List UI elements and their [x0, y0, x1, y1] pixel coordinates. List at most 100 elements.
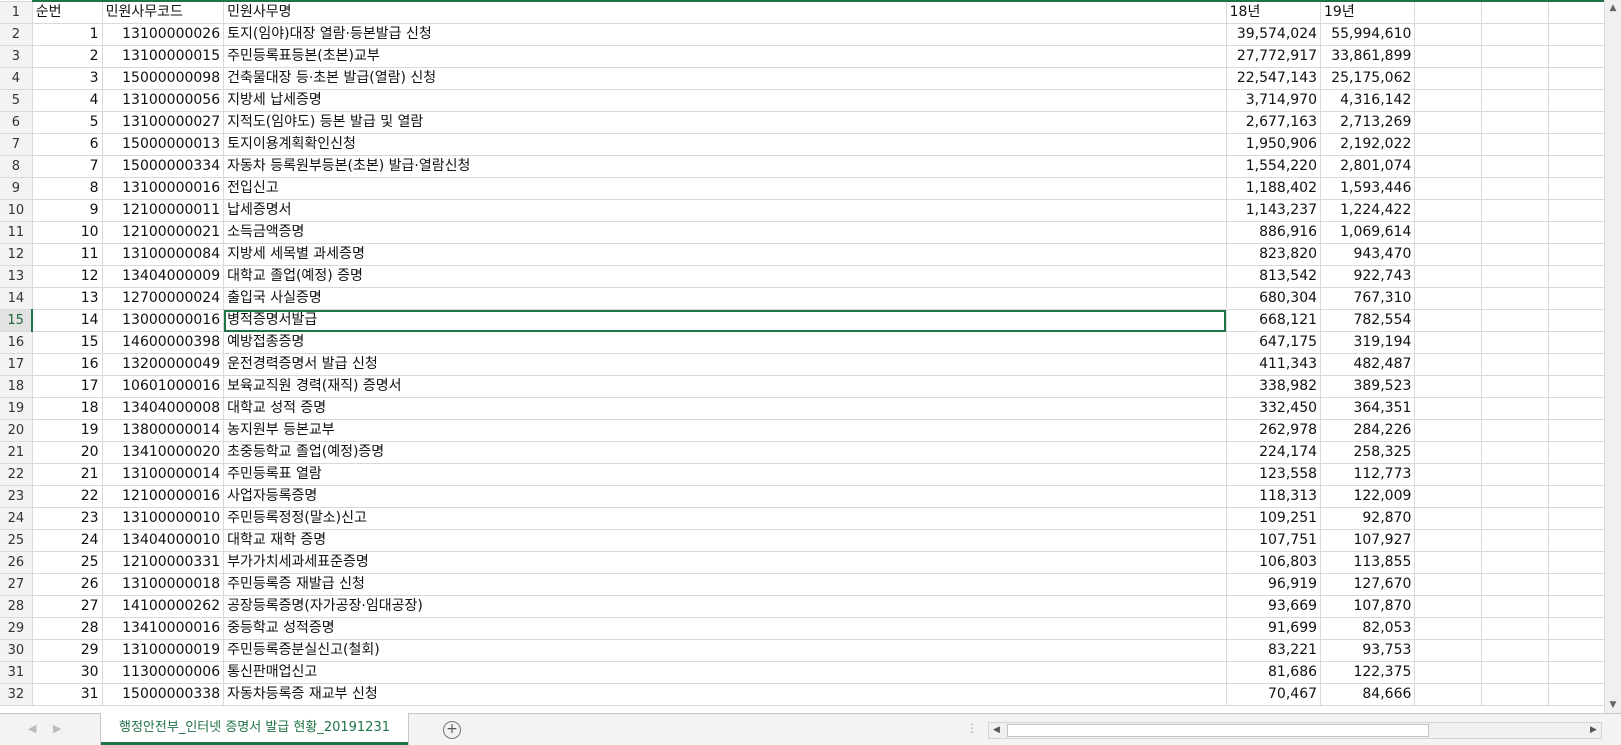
row-header[interactable]: 32: [0, 683, 33, 706]
row-header[interactable]: 11: [0, 221, 33, 244]
name-cell[interactable]: 토지이용계획확인신청: [223, 133, 1227, 156]
name-cell[interactable]: 전입신고: [223, 177, 1227, 200]
value-18-cell[interactable]: 332,450: [1226, 397, 1322, 420]
empty-cell[interactable]: [1548, 133, 1605, 156]
empty-cell[interactable]: [1481, 507, 1550, 530]
value-18-cell[interactable]: 83,221: [1226, 639, 1322, 662]
name-cell[interactable]: 통신판매업신고: [223, 661, 1227, 684]
row-header[interactable]: 21: [0, 441, 33, 464]
value-18-cell[interactable]: 39,574,024: [1226, 23, 1322, 46]
name-cell[interactable]: 지방세 납세증명: [223, 89, 1227, 112]
code-cell[interactable]: 13800000014: [102, 419, 225, 442]
value-18-cell[interactable]: 647,175: [1226, 331, 1322, 354]
value-19-cell[interactable]: 113,855: [1320, 551, 1416, 574]
vertical-scrollbar[interactable]: ▲ ▼: [1604, 0, 1621, 713]
seq-cell[interactable]: 6: [32, 133, 103, 156]
empty-cell[interactable]: [1414, 397, 1483, 420]
empty-cell[interactable]: [1481, 133, 1550, 156]
triangle-left-icon[interactable]: ◀: [28, 722, 36, 735]
code-cell[interactable]: 13100000056: [102, 89, 225, 112]
value-18-cell[interactable]: 823,820: [1226, 243, 1322, 266]
value-19-cell[interactable]: 93,753: [1320, 639, 1416, 662]
header-cell-name[interactable]: 민원사무명: [223, 0, 1227, 24]
row-header[interactable]: 23: [0, 485, 33, 508]
row-header[interactable]: 30: [0, 639, 33, 662]
empty-cell[interactable]: [1414, 133, 1483, 156]
horizontal-scrollbar[interactable]: ◀ ▶: [988, 722, 1602, 739]
name-cell[interactable]: 지적도(임야도) 등본 발급 및 열람: [223, 111, 1227, 134]
value-18-cell[interactable]: 91,699: [1226, 617, 1322, 640]
empty-cell[interactable]: [1414, 529, 1483, 552]
empty-cell[interactable]: [1548, 353, 1605, 376]
name-cell[interactable]: 납세증명서: [223, 199, 1227, 222]
empty-cell[interactable]: [1414, 155, 1483, 178]
value-19-cell[interactable]: 25,175,062: [1320, 67, 1416, 90]
seq-cell[interactable]: 2: [32, 45, 103, 68]
seq-cell[interactable]: 14: [32, 309, 103, 332]
seq-cell[interactable]: 20: [32, 441, 103, 464]
empty-cell[interactable]: [1548, 199, 1605, 222]
header-cell-19[interactable]: 19년: [1320, 0, 1416, 24]
code-cell[interactable]: 13100000015: [102, 45, 225, 68]
value-18-cell[interactable]: 27,772,917: [1226, 45, 1322, 68]
value-19-cell[interactable]: 122,375: [1320, 661, 1416, 684]
value-19-cell[interactable]: 84,666: [1320, 683, 1416, 706]
triangle-right-icon[interactable]: ▶: [53, 722, 61, 735]
empty-cell[interactable]: [1414, 573, 1483, 596]
row-header[interactable]: 6: [0, 111, 33, 134]
empty-cell[interactable]: [1481, 177, 1550, 200]
empty-cell[interactable]: [1481, 485, 1550, 508]
empty-cell[interactable]: [1548, 441, 1605, 464]
scroll-up-icon[interactable]: ▲: [1605, 0, 1621, 16]
code-cell[interactable]: 12100000021: [102, 221, 225, 244]
code-cell[interactable]: 13200000049: [102, 353, 225, 376]
code-cell[interactable]: 13100000084: [102, 243, 225, 266]
scroll-left-icon[interactable]: ◀: [989, 723, 1004, 738]
value-19-cell[interactable]: 2,801,074: [1320, 155, 1416, 178]
empty-cell[interactable]: [1481, 463, 1550, 486]
empty-cell[interactable]: [1414, 661, 1483, 684]
value-19-cell[interactable]: 482,487: [1320, 353, 1416, 376]
empty-cell[interactable]: [1548, 507, 1605, 530]
empty-cell[interactable]: [1414, 111, 1483, 134]
empty-cell[interactable]: [1414, 265, 1483, 288]
sheet-tab[interactable]: 행정안전부_인터넷 증명서 발급 현황_20191231: [101, 713, 408, 745]
name-cell[interactable]: 지방세 세목별 과세증명: [223, 243, 1227, 266]
code-cell[interactable]: 13100000018: [102, 573, 225, 596]
row-header[interactable]: 27: [0, 573, 33, 596]
empty-cell[interactable]: [1548, 419, 1605, 442]
value-19-cell[interactable]: 1,224,422: [1320, 199, 1416, 222]
value-18-cell[interactable]: 109,251: [1226, 507, 1322, 530]
empty-cell[interactable]: [1548, 595, 1605, 618]
code-cell[interactable]: 13100000014: [102, 463, 225, 486]
name-cell[interactable]: 운전경력증명서 발급 신청: [223, 353, 1227, 376]
name-cell[interactable]: 주민등록표등본(초본)교부: [223, 45, 1227, 68]
row-header[interactable]: 5: [0, 89, 33, 112]
empty-cell[interactable]: [1414, 243, 1483, 266]
value-18-cell[interactable]: 2,677,163: [1226, 111, 1322, 134]
value-18-cell[interactable]: 224,174: [1226, 441, 1322, 464]
seq-cell[interactable]: 13: [32, 287, 103, 310]
empty-cell[interactable]: [1481, 265, 1550, 288]
value-18-cell[interactable]: 1,188,402: [1226, 177, 1322, 200]
empty-cell[interactable]: [1548, 287, 1605, 310]
row-header[interactable]: 28: [0, 595, 33, 618]
name-cell[interactable]: 예방접종증명: [223, 331, 1227, 354]
name-cell[interactable]: 자동차 등록원부등본(초본) 발급·열람신청: [223, 155, 1227, 178]
empty-cell[interactable]: [1414, 595, 1483, 618]
header-cell-18[interactable]: 18년: [1226, 0, 1322, 24]
empty-cell[interactable]: [1481, 595, 1550, 618]
code-cell[interactable]: 13410000020: [102, 441, 225, 464]
name-cell[interactable]: 보육교직원 경력(재직) 증명서: [223, 375, 1227, 398]
empty-cell[interactable]: [1548, 375, 1605, 398]
row-header[interactable]: 18: [0, 375, 33, 398]
row-header[interactable]: 24: [0, 507, 33, 530]
seq-cell[interactable]: 11: [32, 243, 103, 266]
seq-cell[interactable]: 31: [32, 683, 103, 706]
value-19-cell[interactable]: 2,192,022: [1320, 133, 1416, 156]
empty-cell[interactable]: [1548, 67, 1605, 90]
row-header[interactable]: 16: [0, 331, 33, 354]
seq-cell[interactable]: 22: [32, 485, 103, 508]
name-cell[interactable]: 사업자등록증명: [223, 485, 1227, 508]
empty-cell[interactable]: [1481, 353, 1550, 376]
